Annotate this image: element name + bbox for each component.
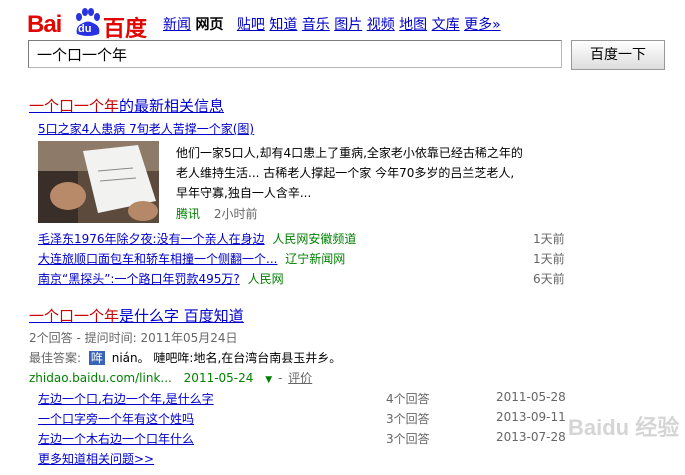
news-item-link[interactable]: 大连旅顺口面包车和轿车相撞一个侧翻一个... [38,252,277,266]
news-source: 腾讯 [176,207,201,221]
baidu-jingyan-watermark: Baidu 经验 [568,415,680,440]
logo-text-cn: 百度 [103,17,148,42]
news-snippet-line: 早年守寡,独自一人含辛... [176,186,312,200]
nav-news[interactable]: 新闻 [163,17,191,33]
zhidao-url: zhidao.baidu.com/link... [29,371,172,385]
news-title-link[interactable]: 一个口一个年的最新相关信息 [29,97,224,115]
zhidao-item-count: 4个回答 [386,392,430,406]
news-item-time: 1天前 [533,232,565,246]
zhidao-item-date: 2013-09-11 [496,410,566,424]
zhidao-meta: 2个回答 - 提问时间: 2011年05月24日 [29,331,238,345]
zhidao-item-count: 3个回答 [386,432,430,446]
news-title-keyword: 一个口一个年 [29,97,120,115]
dropdown-arrow-icon[interactable]: ▼ [265,375,272,385]
nav-map[interactable]: 地图 [399,17,427,33]
news-item-link[interactable]: 南京“黑探头”:一个路口年罚款495万? [38,272,240,286]
news-block-title[interactable]: 一个口一个年的最新相关信息 [29,95,224,116]
baidu-logo[interactable]: Bai du 百度 [27,8,148,42]
search-input[interactable]: 一个口一个年 [28,40,562,68]
news-title-rest: 的最新相关信息 [119,97,225,115]
more-zhidao-link[interactable]: 更多知道相关问题>> [38,450,154,467]
news-snippet-line: 老人维持生活... 古稀老人撑起一个家 今年70多岁的吕兰芝老人, [176,166,515,180]
news-snippet-line: 他们一家5口人,却有4口患上了重病,全家老小依靠已经古稀之年的 [176,146,523,160]
zhidao-best-answer: 最佳答案: 哖 nián。 嗹吧哖:地名,在台湾台南县玉井乡。 [29,349,341,366]
zhidao-item-count: 3个回答 [386,412,430,426]
nav-web[interactable]: 网页 [195,17,223,33]
zhidao-url-row: zhidao.baidu.com/link... 2011-05-24 ▼ - … [29,371,313,385]
nav-more[interactable]: 更多» [464,17,501,33]
list-item: 南京“黑探头”:一个路口年罚款495万? 人民网 [38,270,284,287]
nav-music[interactable]: 音乐 [302,17,330,33]
list-item: 毛泽东1976年除夕夜:没有一个亲人在身边 人民网安徽频道 [38,230,356,247]
zhidao-item-link[interactable]: 左边一个口,右边一个年,是什么字 [38,390,214,407]
nav-zhidao[interactable]: 知道 [269,17,297,33]
logo-text-du: du [78,23,92,35]
zhidao-title-rest: 是什么字 百度知道 [119,307,244,325]
zhidao-item-date: 2013-07-28 [496,430,566,444]
zhidao-url-date: 2011-05-24 [183,371,254,385]
best-answer-label: 最佳答案: [29,351,82,365]
zhidao-title-link[interactable]: 一个口一个年是什么字 百度知道 [29,307,244,325]
news-item-source: 辽宁新闻网 [285,252,346,266]
zhidao-item-link[interactable]: 一个口字旁一个年有这个姓吗 [38,410,194,427]
news-source-row: 腾讯 2小时前 [176,205,257,222]
news-item-source: 人民网 [247,272,284,286]
zhidao-title-keyword: 一个口一个年 [29,307,120,325]
news-headline-link[interactable]: 5口之家4人患病 7旬老人苦撑一个家(图) [38,120,254,137]
news-item-time: 1天前 [533,252,565,266]
news-item-time: 6天前 [533,272,565,286]
best-answer-text: nián。 嗹吧哖:地名,在台湾台南县玉井乡。 [111,351,342,365]
news-snippet: 他们一家5口人,却有4口患上了重病,全家老小依靠已经古稀之年的 老人维持生活..… [176,143,566,203]
search-button[interactable]: 百度一下 [571,40,665,70]
news-item-link[interactable]: 毛泽东1976年除夕夜:没有一个亲人在身边 [38,232,265,246]
news-item-source: 人民网安徽频道 [272,232,357,246]
news-thumbnail[interactable] [38,141,159,223]
nav-video[interactable]: 视频 [367,17,395,33]
news-time: 2小时前 [213,207,258,221]
zhidao-item-link[interactable]: 左边一个木右边一个口年什么 [38,430,194,447]
nav-images[interactable]: 图片 [334,17,362,33]
logo-text-bai: Bai [27,11,62,38]
zhidao-title[interactable]: 一个口一个年是什么字 百度知道 [29,305,244,326]
rate-link[interactable]: 评价 [288,371,312,385]
nav-tieba[interactable]: 贴吧 [237,17,265,33]
list-item: 大连旅顺口面包车和轿车相撞一个侧翻一个... 辽宁新闻网 [38,250,345,267]
nav-wenku[interactable]: 文库 [432,17,460,33]
zhidao-item-date: 2011-05-28 [496,390,566,404]
best-answer-char: 哖 [88,351,105,365]
top-nav: 新闻 网页 贴吧 知道 音乐 图片 视频 地图 文库 更多» [163,14,501,34]
